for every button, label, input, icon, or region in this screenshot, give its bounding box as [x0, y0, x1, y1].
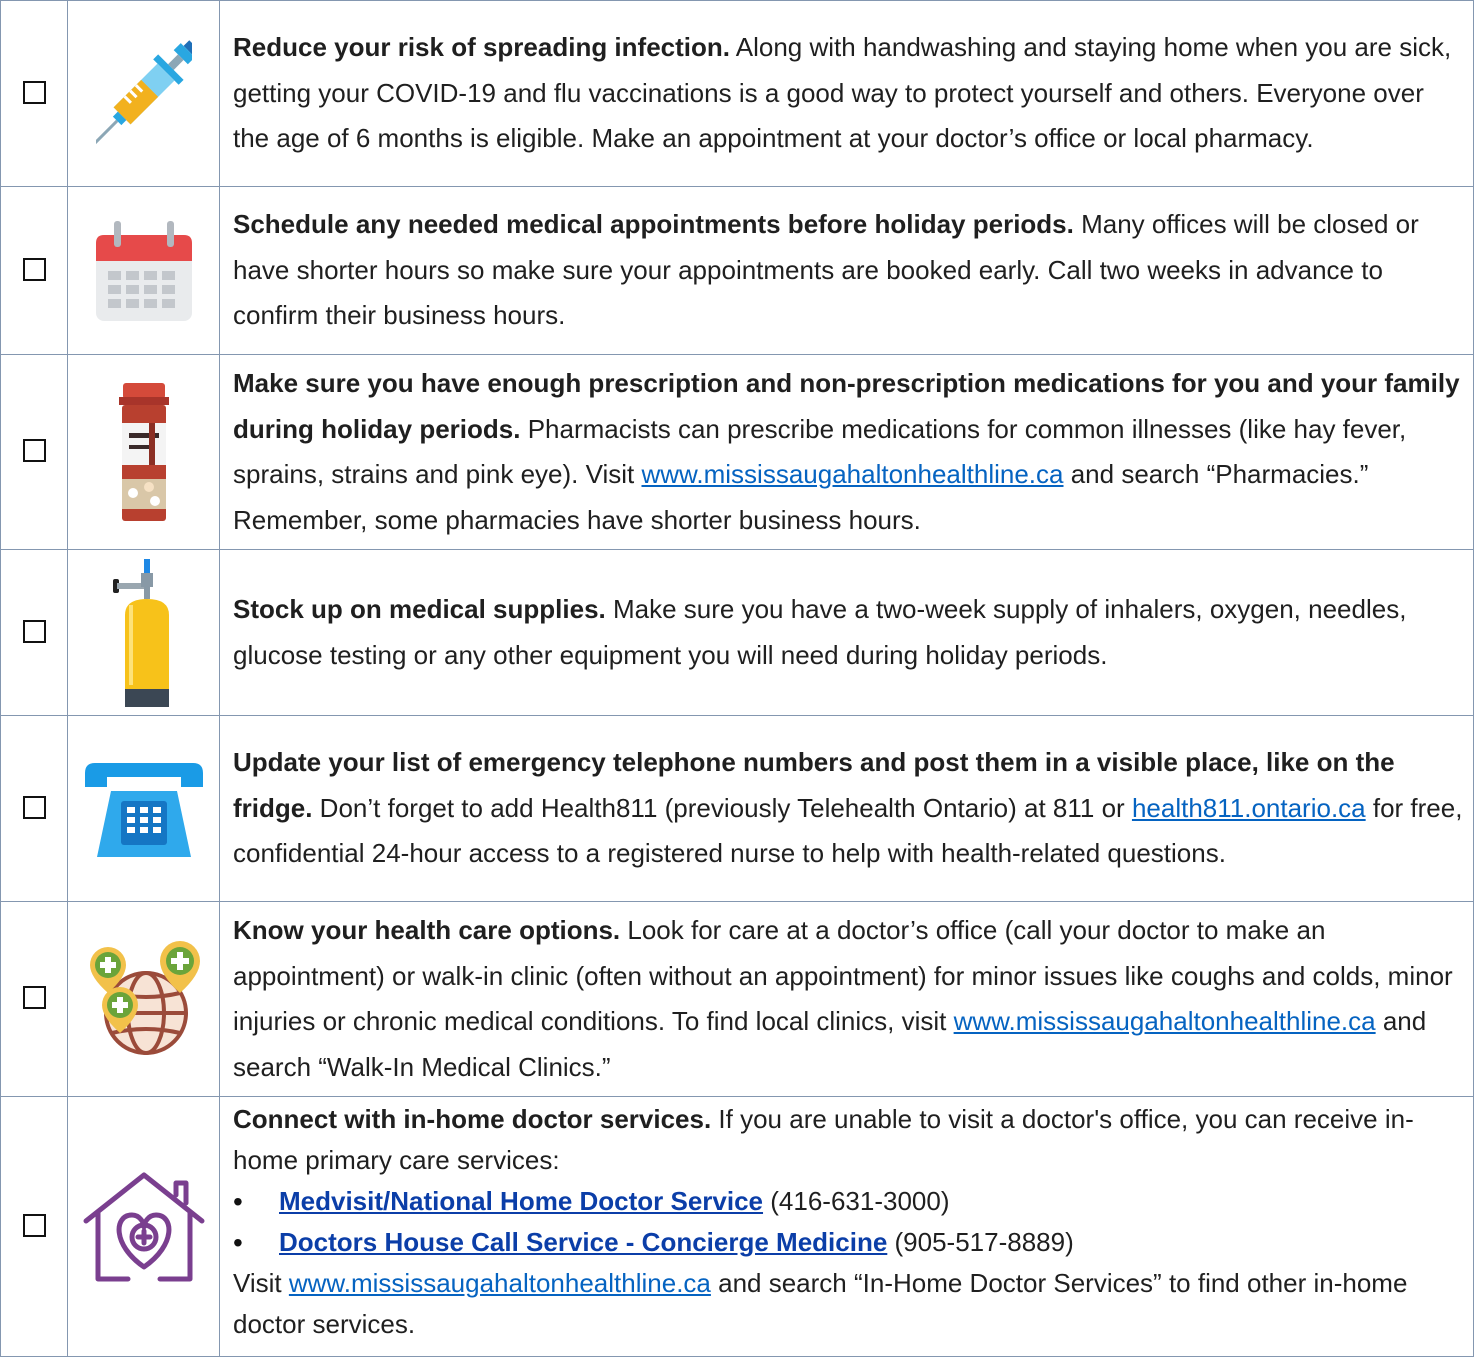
item-text: Stock up on medical supplies. Make sure …	[219, 549, 1474, 716]
item-body: Don’t forget to add Health811 (previousl…	[312, 792, 1132, 823]
list-item: Doctors House Call Service - Concierge M…	[233, 1222, 1463, 1263]
syringe-icon	[95, 39, 192, 145]
checklist-row: Reduce your risk of spreading infection.…	[0, 0, 1474, 187]
checklist-row: Connect with in-home doctor services. If…	[0, 1096, 1474, 1357]
health811-link[interactable]: health811.ontario.ca	[1132, 793, 1366, 823]
phone-number: (905-517-8889)	[887, 1227, 1074, 1257]
item-title: Stock up on medical supplies.	[233, 594, 606, 624]
calendar-icon	[95, 220, 192, 321]
checkbox[interactable]	[22, 439, 46, 462]
item-text: Update your list of emergency telephone …	[219, 715, 1474, 902]
checkbox[interactable]	[22, 80, 46, 104]
item-text: Schedule any needed medical appointments…	[219, 186, 1474, 355]
telephone-icon	[84, 762, 203, 857]
medvisit-link[interactable]: Medvisit/National Home Doctor Service	[279, 1186, 763, 1216]
visit-text: Visit	[233, 1268, 289, 1298]
phone-number: (416-631-3000)	[763, 1186, 950, 1216]
checkbox[interactable]	[22, 257, 46, 281]
healthline-link[interactable]: www.mississaugahaltonhealthline.ca	[289, 1268, 711, 1298]
healthline-link[interactable]: www.mississaugahaltonhealthline.ca	[641, 459, 1063, 489]
checkbox[interactable]	[22, 619, 46, 643]
checklist-row: Make sure you have enough prescription a…	[0, 354, 1474, 550]
item-text: Know your health care options. Look for …	[219, 901, 1474, 1097]
item-text: Connect with in-home doctor services. If…	[219, 1096, 1474, 1357]
checkbox[interactable]	[22, 795, 46, 819]
checklist-table: Reduce your risk of spreading infection.…	[0, 0, 1474, 1357]
healthline-link[interactable]: www.mississaugahaltonhealthline.ca	[954, 1006, 1376, 1036]
doctor-services-list: Medvisit/National Home Doctor Service (4…	[233, 1181, 1463, 1263]
item-text: Reduce your risk of spreading infection.…	[219, 0, 1474, 187]
medication-bottle-icon	[118, 383, 169, 521]
checkbox[interactable]	[22, 1213, 46, 1237]
item-title: Reduce your risk of spreading infection.	[233, 32, 730, 63]
doctors-house-call-link[interactable]: Doctors House Call Service - Concierge M…	[279, 1227, 887, 1257]
oxygen-tank-icon	[112, 558, 169, 707]
item-text: Make sure you have enough prescription a…	[219, 354, 1474, 550]
checklist-row: Stock up on medical supplies. Make sure …	[0, 549, 1474, 716]
item-title: Schedule any needed medical appointments…	[233, 209, 1074, 240]
globe-health-locations-icon	[89, 941, 200, 1055]
checklist-row: Schedule any needed medical appointments…	[0, 186, 1474, 355]
checklist-row: Update your list of emergency telephone …	[0, 715, 1474, 902]
item-title: Know your health care options.	[233, 915, 621, 945]
item-title: Connect with in-home doctor services.	[233, 1104, 712, 1134]
list-item: Medvisit/National Home Doctor Service (4…	[233, 1181, 1463, 1222]
home-heart-care-icon	[83, 1172, 204, 1281]
checklist-row: Know your health care options. Look for …	[0, 901, 1474, 1097]
checkbox[interactable]	[22, 986, 46, 1009]
